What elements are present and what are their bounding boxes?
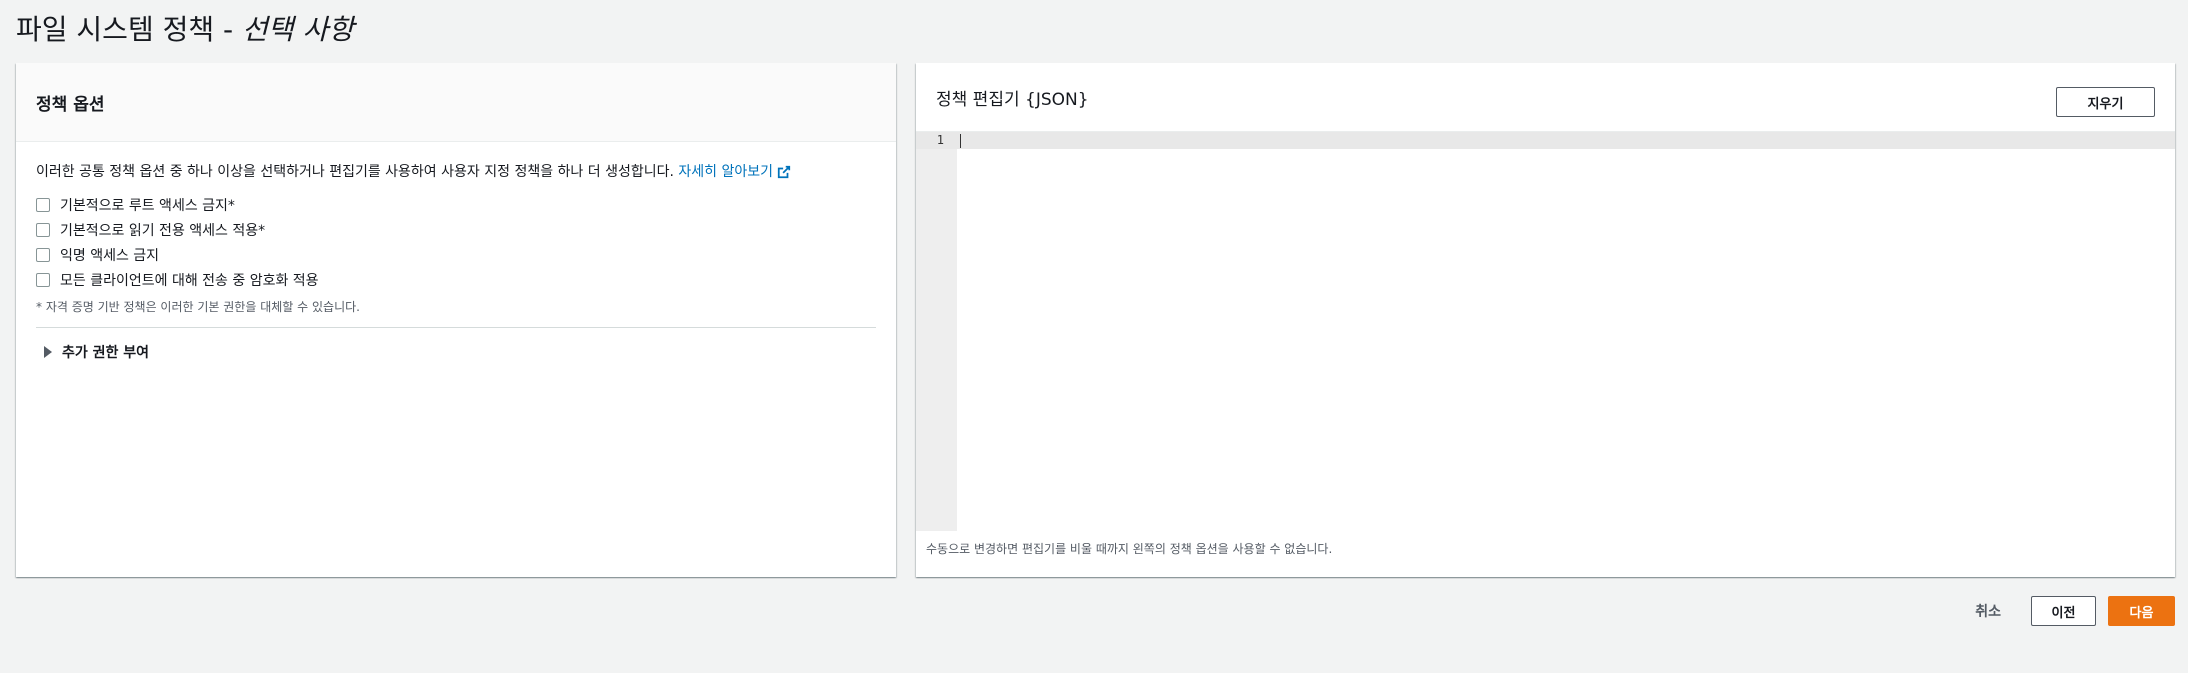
option-checkbox[interactable]	[36, 197, 50, 212]
page-title-main: 파일 시스템 정책 -	[16, 13, 243, 46]
option-checkbox[interactable]	[36, 272, 50, 287]
policy-options-title: 정책 옵션	[36, 94, 105, 115]
caret-right-icon	[44, 346, 52, 358]
option-label: 기본적으로 루트 액세스 금지*	[60, 197, 235, 214]
learn-more-label: 자세히 알아보기	[678, 164, 773, 180]
policy-editor-title: 정책 편집기 {JSON}	[936, 90, 1089, 110]
text-cursor	[960, 134, 961, 148]
option-enforce-in-transit-encryption[interactable]: 모든 클라이언트에 대해 전송 중 암호화 적용	[36, 267, 876, 292]
intro-text: 이러한 공통 정책 옵션 중 하나 이상을 선택하거나 편집기를 사용하여 사용…	[36, 164, 679, 180]
policy-option-list: 기본적으로 루트 액세스 금지* 기본적으로 읽기 전용 액세스 적용* 익명 …	[36, 192, 876, 292]
expander-label: 추가 권한 부여	[62, 345, 150, 361]
policy-options-panel: 정책 옵션 이러한 공통 정책 옵션 중 하나 이상을 선택하거나 편집기를 사…	[16, 63, 896, 577]
page-title-optional: 선택 사항	[242, 13, 354, 46]
line-number: 1	[936, 133, 944, 147]
learn-more-link[interactable]: 자세히 알아보기	[678, 164, 791, 180]
policy-editor-panel: 정책 편집기 {JSON} 지우기 1 수동으로 변경하면 편집기를 비울 때까…	[916, 63, 2175, 577]
option-label: 익명 액세스 금지	[60, 247, 160, 264]
option-label: 모든 클라이언트에 대해 전송 중 암호화 적용	[60, 272, 319, 289]
policy-options-intro: 이러한 공통 정책 옵션 중 하나 이상을 선택하거나 편집기를 사용하여 사용…	[36, 162, 876, 182]
option-checkbox[interactable]	[36, 247, 50, 262]
option-deny-anonymous-access[interactable]: 익명 액세스 금지	[36, 242, 876, 267]
editor-note: 수동으로 변경하면 편집기를 비울 때까지 왼쪽의 정책 옵션을 사용할 수 없…	[926, 542, 1333, 556]
option-deny-root-access[interactable]: 기본적으로 루트 액세스 금지*	[36, 192, 876, 217]
cancel-button[interactable]: 취소	[1975, 601, 2001, 621]
next-button[interactable]: 다음	[2108, 596, 2175, 626]
json-editor[interactable]: 1	[916, 131, 2175, 531]
policy-options-header: 정책 옵션	[16, 63, 896, 142]
clear-button[interactable]: 지우기	[2056, 87, 2155, 117]
policy-footnote: * 자격 증명 기반 정책은 이러한 기본 권한을 대체할 수 있습니다.	[36, 300, 360, 314]
policy-editor-header: 정책 편집기 {JSON} 지우기	[916, 63, 2175, 131]
external-link-icon	[777, 165, 791, 179]
wizard-actions: 취소 이전 다음	[1975, 596, 2175, 626]
page-title: 파일 시스템 정책 - 선택 사항	[16, 8, 354, 48]
divider	[36, 327, 876, 328]
previous-button[interactable]: 이전	[2031, 596, 2096, 626]
option-read-only-access[interactable]: 기본적으로 읽기 전용 액세스 적용*	[36, 217, 876, 242]
additional-permissions-expander[interactable]: 추가 권한 부여	[44, 342, 876, 362]
option-checkbox[interactable]	[36, 222, 50, 237]
option-label: 기본적으로 읽기 전용 액세스 적용*	[60, 222, 266, 239]
editor-gutter	[916, 132, 957, 531]
editor-active-line	[916, 132, 2175, 149]
